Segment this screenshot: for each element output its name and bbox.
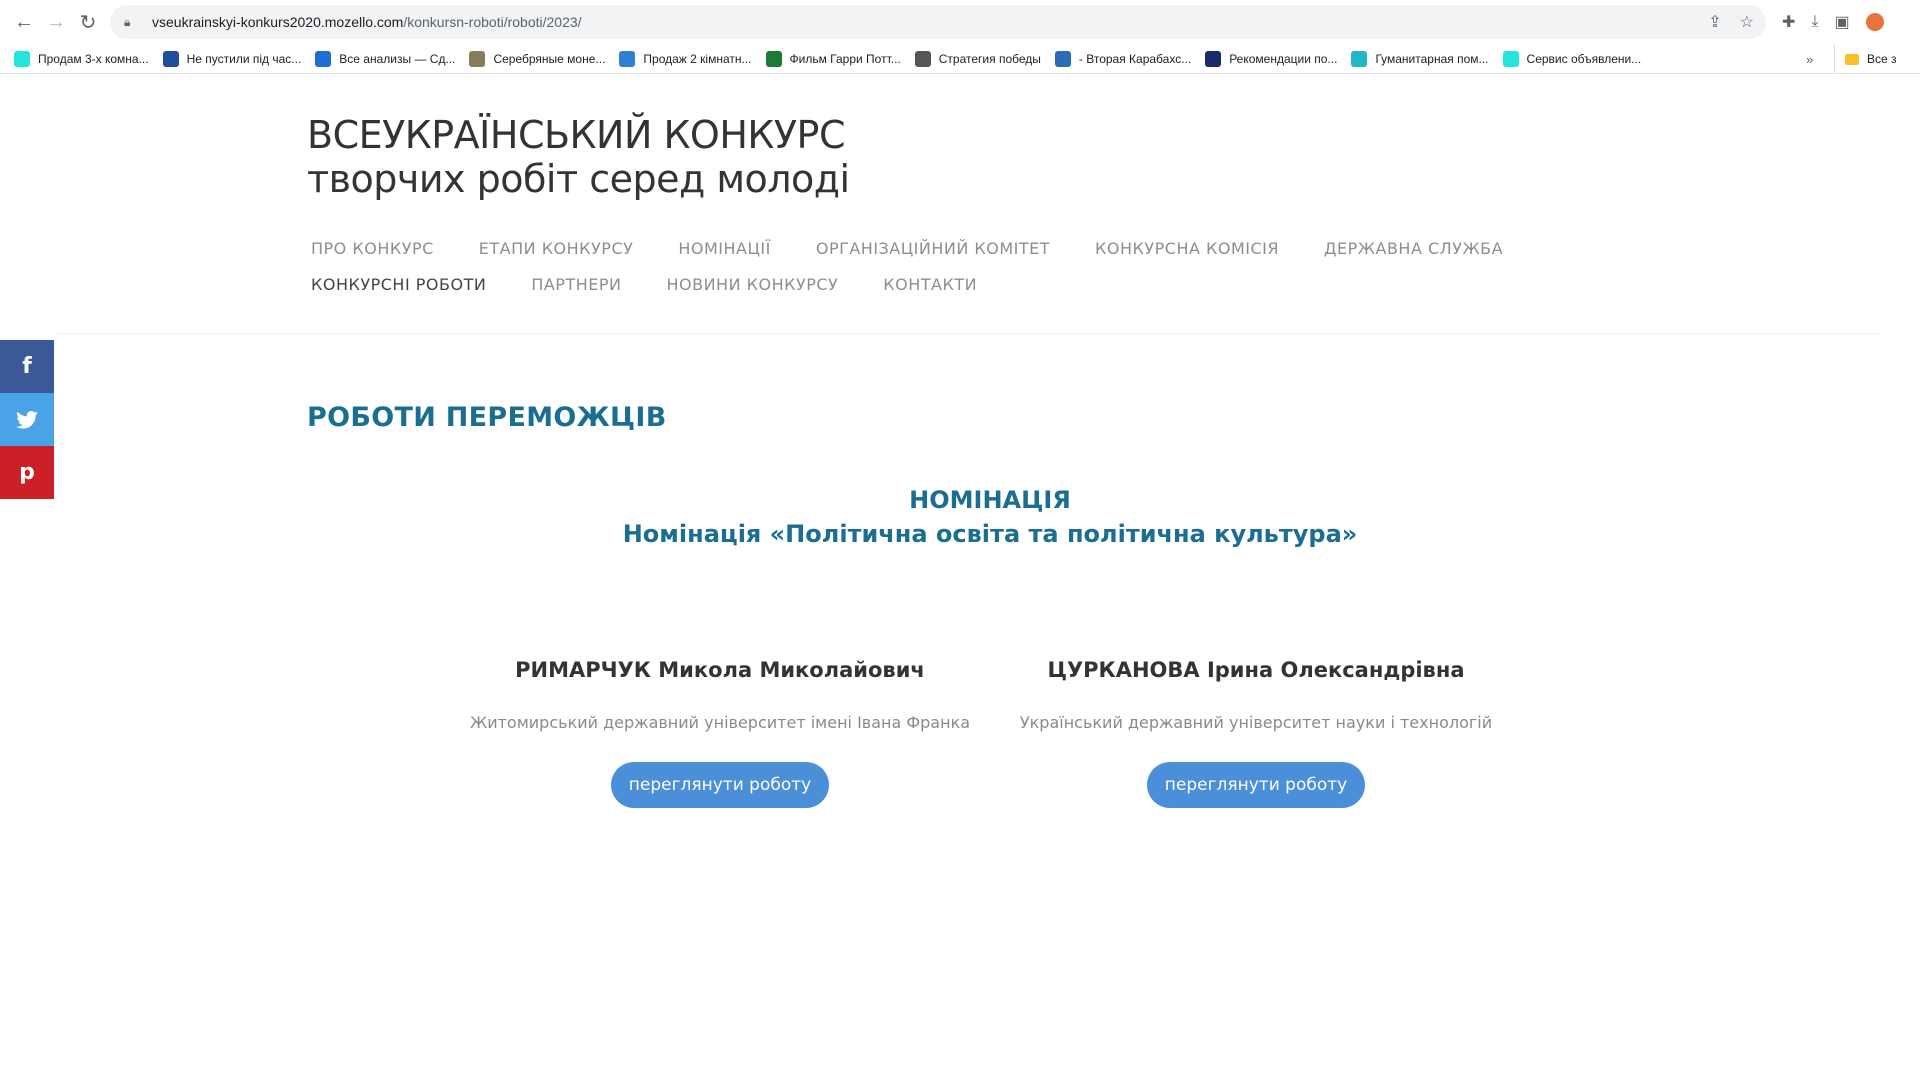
winner-name: РИМАРЧУК Микола Миколайович: [515, 658, 925, 682]
coin-icon: [469, 50, 486, 67]
lock-icon[interactable]: 🔒︎: [124, 15, 138, 29]
address-bar[interactable]: 🔒︎ vseukrainskyi-konkurs2020.mozello.com…: [110, 5, 1766, 39]
forward-arrow-icon[interactable]: →: [40, 6, 72, 38]
doc-icon: [1205, 50, 1222, 67]
web-page: ВСЕУКРАЇНСЬКИЙ КОНКУРС творчих робіт сер…: [0, 75, 1880, 1080]
all-bookmarks-folder[interactable]: Все з: [1834, 44, 1897, 74]
menu-row-1: ПРО КОНКУРС ЕТАПИ КОНКУРСУ НОМІНАЦІЇ ОРГАНІ…: [311, 230, 1561, 266]
extensions-puzzle-icon[interactable]: ✚: [1782, 12, 1795, 32]
bookmark-item[interactable]: Сервис объявлени...: [1502, 50, 1642, 67]
bookmark-label: Сервис объявлени...: [1526, 51, 1642, 66]
bookmark-label: Гуманитарная пом...: [1375, 51, 1489, 66]
facebook-icon: f: [22, 354, 32, 379]
browser-toolbar: ← → ↻ 🔒︎ vseukrainskyi-konkurs2020.mozel…: [0, 0, 1920, 44]
omnibox-actions: ⇪ ☆: [1708, 5, 1754, 39]
bookmark-item[interactable]: Стратегия победы: [914, 50, 1041, 67]
olx-icon: [14, 50, 30, 67]
menu-item[interactable]: ПРО КОНКУРС: [311, 239, 434, 258]
nomination-label: НОМІНАЦІЯ: [909, 486, 1071, 514]
home-icon: [619, 50, 636, 67]
winner-university: Житомирський державний університет імені…: [469, 713, 971, 732]
bookmark-item[interactable]: Все анализы — Сд...: [315, 50, 456, 67]
extension-area: ✚ ⤓ ▣: [1782, 0, 1884, 44]
winner-name: ЦУРКАНОВА Ірина Олександрівна: [1047, 658, 1465, 682]
reload-icon[interactable]: ↻: [72, 6, 104, 38]
bookmark-item[interactable]: Не пустили під час...: [162, 50, 302, 67]
strategy-icon: [914, 50, 931, 67]
pinterest-share-button[interactable]: p: [0, 446, 54, 499]
menu-item[interactable]: ЕТАПИ КОНКУРСУ: [479, 239, 634, 258]
menu-row-2: КОНКУРСНІ РОБОТИ ПАРТНЕРИ НОВИНИ КОНКУРСУ К…: [311, 266, 1561, 302]
winner-card: ЦУРКАНОВА Ірина Олександрівна Українськи…: [986, 650, 1526, 808]
bookmarks-bar: Продам 3-х комна... Не пустили під час...…: [0, 44, 1920, 74]
bookmark-item[interactable]: Гуманитарная пом...: [1351, 50, 1489, 67]
url-host: vseukrainskyi-konkurs2020.mozello.com: [152, 14, 404, 30]
view-work-button[interactable]: переглянути роботу: [1146, 762, 1366, 808]
bookmark-label: Фильм Гарри Потт...: [789, 51, 901, 66]
bookmark-star-icon[interactable]: ☆: [1740, 12, 1754, 32]
social-share-bar: f p: [0, 340, 54, 499]
bookmark-label: Продам 3-х комна...: [38, 51, 149, 66]
menu-item[interactable]: ДЕРЖАВНА СЛУЖБА: [1324, 239, 1503, 258]
site-title[interactable]: ВСЕУКРАЇНСЬКИЙ КОНКУРС творчих робіт сер…: [307, 113, 850, 201]
nomination-name: Номінація «Політична освіта та політична…: [622, 520, 1358, 548]
facebook-share-button[interactable]: f: [0, 340, 54, 393]
bookmark-label: Серебряные моне...: [493, 51, 606, 66]
help-icon: [1351, 50, 1368, 67]
folder-icon: [1845, 53, 1859, 65]
url-text: vseukrainskyi-konkurs2020.mozello.com/ko…: [152, 14, 582, 30]
url-path: /konkursn-roboti/roboti/2023/: [403, 14, 582, 30]
bookmark-label: Стратегия победы: [938, 51, 1041, 66]
news-icon: [1054, 50, 1071, 67]
back-arrow-icon[interactable]: ←: [8, 6, 40, 38]
menu-item[interactable]: КОНТАКТИ: [883, 275, 977, 294]
bookmark-label: Продаж 2 кімнатн...: [643, 51, 752, 66]
download-icon[interactable]: ⤓: [1811, 13, 1818, 31]
menu-item[interactable]: КОНКУРСНІ РОБОТИ: [311, 275, 486, 294]
header-divider: [54, 333, 1880, 334]
bookmark-item[interactable]: Продам 3-х комна...: [14, 50, 149, 67]
site-title-line1: ВСЕУКРАЇНСЬКИЙ КОНКУРС: [307, 113, 845, 157]
nomination-block: НОМІНАЦІЯ Номінація «Політична освіта та…: [600, 483, 1380, 551]
pinterest-icon: p: [19, 460, 35, 485]
twitter-icon: [16, 410, 38, 429]
bookmark-item[interactable]: Продаж 2 кімнатн...: [619, 50, 752, 67]
menu-item[interactable]: ОРГАНІЗАЦІЙНИЙ КОМІТЕТ: [816, 239, 1050, 258]
bookmark-label: - Вторая Карабахс...: [1078, 51, 1192, 66]
flower-icon: [315, 50, 332, 67]
more-bookmarks-button[interactable]: »: [1806, 44, 1813, 74]
flag-icon: [162, 50, 179, 67]
bookmark-item[interactable]: Рекомендации по...: [1205, 50, 1338, 67]
main-menu: ПРО КОНКУРС ЕТАПИ КОНКУРСУ НОМІНАЦІЇ ОРГАНІ…: [311, 230, 1561, 302]
film-icon: [765, 50, 782, 67]
twitter-share-button[interactable]: [0, 393, 54, 446]
bookmark-label: Рекомендации по...: [1229, 51, 1338, 66]
bookmark-item[interactable]: Серебряные моне...: [469, 50, 606, 67]
profile-avatar[interactable]: [1865, 13, 1884, 31]
section-heading: РОБОТИ ПЕРЕМОЖЦІВ: [307, 402, 667, 433]
side-panel-icon[interactable]: ▣: [1834, 12, 1849, 32]
bookmark-item[interactable]: - Вторая Карабахс...: [1054, 50, 1192, 67]
olx-icon: [1502, 50, 1519, 67]
winner-university: Український державний університет науки …: [1019, 713, 1493, 732]
menu-item[interactable]: ПАРТНЕРИ: [531, 275, 621, 294]
bookmark-item[interactable]: Фильм Гарри Потт...: [765, 50, 901, 67]
menu-item[interactable]: КОНКУРСНА КОМІСІЯ: [1095, 239, 1279, 258]
bookmark-label: Все анализы — Сд...: [339, 51, 456, 66]
share-icon[interactable]: ⇪: [1708, 12, 1721, 32]
site-title-line2: творчих робіт серед молоді: [307, 157, 850, 201]
bookmark-label: Не пустили під час...: [186, 51, 302, 66]
menu-item[interactable]: НОМІНАЦІЇ: [678, 239, 770, 258]
view-work-button[interactable]: переглянути роботу: [610, 762, 830, 808]
menu-item[interactable]: НОВИНИ КОНКУРСУ: [666, 275, 838, 294]
all-bookmarks-label: Все з: [1867, 52, 1897, 66]
winner-card: РИМАРЧУК Микола Миколайович Житомирський…: [450, 650, 990, 808]
